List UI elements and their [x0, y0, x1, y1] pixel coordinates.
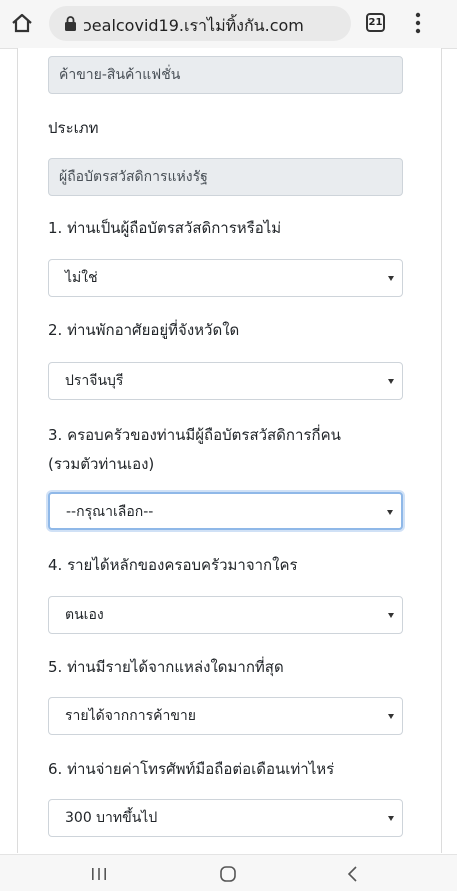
question-1-value: ไม่ใช่ — [65, 270, 98, 286]
question-5-select[interactable]: รายได้จากการค้าขาย — [48, 697, 403, 735]
question-6-value: 300 บาทขึ้นไป — [65, 810, 158, 826]
question-3-value: --กรุณาเลือก-- — [66, 504, 154, 520]
question-6-label: 6. ท่านจ่ายค่าโทรศัพท์มือถือต่อเดือนเท่า… — [48, 760, 335, 778]
dropdown-arrow-icon — [388, 816, 394, 821]
dropdown-arrow-icon — [387, 510, 393, 515]
dropdown-arrow-icon — [388, 379, 394, 384]
question-6-select[interactable]: 300 บาทขึ้นไป — [48, 799, 403, 837]
question-4-label: 4. รายได้หลักของครอบครัวมาจากใคร — [48, 556, 298, 574]
question-5-label: 5. ท่านมีรายได้จากแหล่งใดมากที่สุด — [48, 658, 284, 676]
dropdown-arrow-icon — [388, 613, 394, 618]
dropdown-arrow-icon — [388, 276, 394, 281]
recent-apps-icon[interactable] — [90, 867, 108, 881]
tab-switcher-button[interactable]: 21 — [366, 13, 385, 32]
question-2-label: 2. ท่านพักอาศัยอยู่ที่จังหวัดใด — [48, 321, 240, 339]
question-4-select[interactable]: ตนเอง — [48, 596, 403, 634]
address-bar[interactable]: ɔealcovid19.เราไม่ทิ้งกัน.com — [49, 6, 351, 41]
home-nav-icon[interactable] — [219, 865, 237, 883]
question-4-value: ตนเอง — [65, 607, 104, 623]
question-2-value: ปราจีนบุรี — [65, 373, 124, 389]
question-3-label-line2: (รวมตัวท่านเอง) — [48, 455, 155, 473]
system-navigation-bar — [0, 854, 457, 891]
occupation-field: ค้าขาย-สินค้าแฟชั่น — [48, 56, 403, 94]
dropdown-arrow-icon — [388, 714, 394, 719]
type-label: ประเภท — [48, 119, 99, 137]
question-2-select[interactable]: ปราจีนบุรี — [48, 362, 403, 400]
url-text: ɔealcovid19.เราไม่ทิ้งกัน.com — [83, 16, 304, 35]
question-3-label: 3. ครอบครัวของท่านมีผู้ถือบัตรสวัสดิการก… — [48, 426, 341, 444]
back-icon[interactable] — [346, 865, 358, 883]
question-3-select[interactable]: --กรุณาเลือก-- — [48, 492, 403, 530]
question-5-value: รายได้จากการค้าขาย — [65, 708, 196, 724]
overflow-menu-icon[interactable] — [413, 12, 423, 34]
question-1-select[interactable]: ไม่ใช่ — [48, 259, 403, 297]
browser-toolbar: ɔealcovid19.เราไม่ทิ้งกัน.com 21 — [0, 0, 457, 49]
type-field: ผู้ถือบัตรสวัสดิการแห่งรัฐ — [48, 158, 403, 196]
lock-icon — [65, 16, 76, 31]
home-icon[interactable] — [10, 11, 34, 35]
question-1-label: 1. ท่านเป็นผู้ถือบัตรสวัสดิการหรือไม่ — [48, 219, 282, 237]
